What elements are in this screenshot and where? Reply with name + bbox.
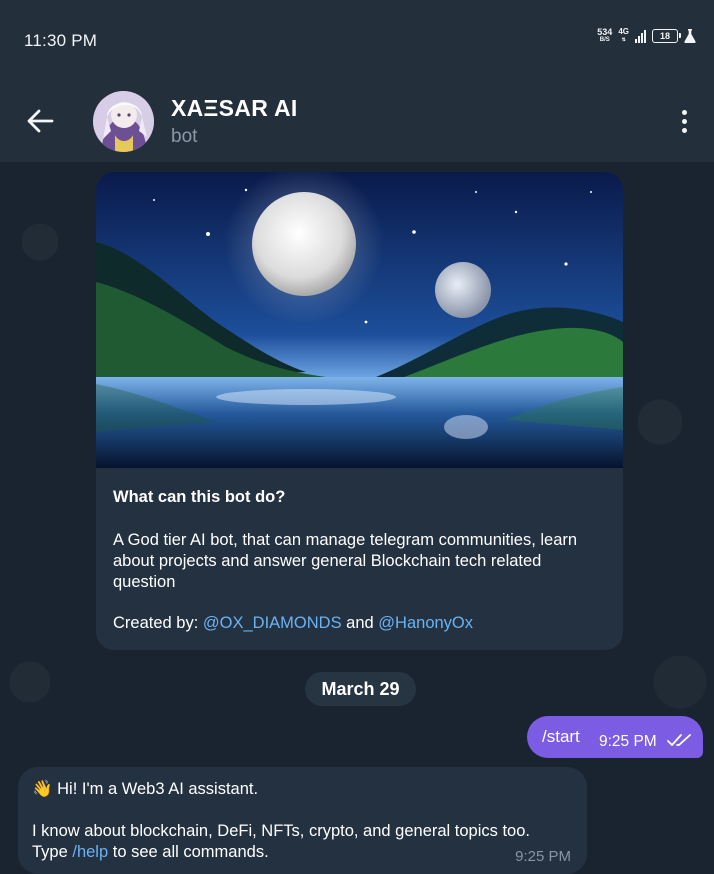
help-command-link[interactable]: /help: [72, 843, 108, 861]
incoming-help-line: Type /help to see all commands.: [32, 843, 269, 862]
battery-level: 18: [659, 31, 670, 41]
net-speed-indicator: 534 B/S: [597, 28, 612, 44]
chat-subtitle: bot: [171, 126, 198, 147]
app-header: 11:30 PM 534 B/S 4G ⇅ 18 XAΞSAR AI bot: [0, 0, 714, 162]
created-by-label: Created by:: [113, 614, 199, 632]
net-speed-unit: B/S: [599, 37, 610, 43]
bot-intro-card: What can this bot do? A God tier AI bot,…: [96, 172, 623, 650]
date-divider: March 29: [305, 672, 416, 706]
more-options-button[interactable]: [668, 101, 700, 141]
waving-hand-icon: 👋: [32, 780, 53, 798]
back-button[interactable]: [20, 101, 60, 141]
avatar-image: [93, 91, 154, 152]
arrow-left-icon: [27, 109, 54, 133]
outgoing-message-text: /start: [542, 727, 580, 746]
intro-heading: What can this bot do?: [113, 488, 286, 506]
outgoing-message[interactable]: /start 9:25 PM: [527, 716, 703, 758]
double-check-icon: [667, 734, 691, 746]
data-arrows-icon: ⇅: [621, 37, 626, 43]
intro-created-by: Created by: @OX_DIAMONDS and @HanonyOx: [113, 614, 473, 633]
creator-link-hanonyox[interactable]: @HanonyOx: [378, 614, 473, 632]
network-type: 4G ⇅: [618, 27, 629, 45]
menu-dot: [681, 118, 687, 124]
status-time: 11:30 PM: [24, 31, 98, 50]
menu-dot: [681, 109, 687, 115]
outgoing-message-time: 9:25 PM: [599, 733, 657, 750]
menu-dot: [681, 127, 687, 133]
flask-icon: [684, 29, 696, 43]
intro-description: A God tier AI bot, that can manage teleg…: [113, 531, 578, 591]
and-label: and: [346, 614, 374, 632]
moonlit-lake-image: [96, 172, 623, 468]
network-type-label: 4G: [618, 27, 629, 36]
creator-link-ox-diamonds[interactable]: @OX_DIAMONDS: [203, 614, 342, 632]
incoming-greeting-text: Hi! I'm a Web3 AI assistant.: [57, 780, 259, 798]
chat-title[interactable]: XAΞSAR AI: [171, 95, 298, 122]
help-line-prefix: Type: [32, 843, 68, 861]
help-line-suffix: to see all commands.: [112, 843, 269, 861]
incoming-message-time: 9:25 PM: [515, 848, 571, 865]
status-icons: 534 B/S 4G ⇅ 18: [597, 27, 696, 45]
incoming-greeting-line: 👋 Hi! I'm a Web3 AI assistant.: [32, 780, 258, 799]
signal-icon: [635, 29, 646, 43]
incoming-message[interactable]: 👋 Hi! I'm a Web3 AI assistant. I know ab…: [18, 767, 587, 874]
bot-avatar[interactable]: [93, 91, 154, 152]
net-speed-value: 534: [597, 27, 613, 37]
battery-icon: 18: [652, 29, 681, 43]
incoming-topics-line: I know about blockchain, DeFi, NFTs, cry…: [32, 822, 530, 840]
